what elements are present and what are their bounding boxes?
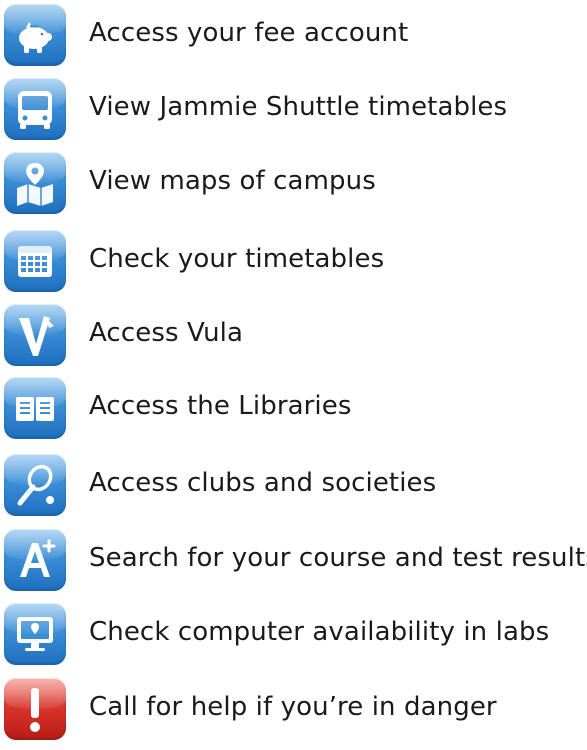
bus-icon: [4, 78, 66, 140]
computer-icon: [4, 603, 66, 665]
alert-icon: [4, 678, 66, 740]
menu-item-label: Check your timetables: [89, 244, 385, 274]
menu-item-vula[interactable]: Access Vula: [0, 302, 587, 376]
menu-item-computer-availability[interactable]: Check computer availability in labs: [0, 601, 587, 675]
menu-item-label: Access clubs and societies: [89, 468, 437, 498]
racquet-icon: [4, 454, 66, 516]
menu-item-label: View Jammie Shuttle timetables: [89, 92, 508, 122]
menu-item-shuttle-timetables[interactable]: View Jammie Shuttle timetables: [0, 76, 587, 150]
calendar-icon: [4, 230, 66, 292]
menu-item-clubs-societies[interactable]: Access clubs and societies: [0, 452, 587, 526]
menu-item-campus-maps[interactable]: View maps of campus: [0, 150, 587, 224]
map-icon: [4, 152, 66, 214]
menu-item-label: Access your fee account: [89, 18, 409, 48]
menu-item-fee-account[interactable]: Access your fee account: [0, 2, 587, 76]
menu-item-libraries[interactable]: Access the Libraries: [0, 375, 587, 449]
menu-item-call-for-help[interactable]: Call for help if you’re in danger: [0, 676, 587, 750]
piggy-bank-icon: [4, 4, 66, 66]
book-icon: [4, 377, 66, 439]
grade-a-plus-icon: [4, 529, 66, 591]
menu-item-label: Search for your course and test results: [89, 543, 587, 573]
menu-item-label: Call for help if you’re in danger: [89, 692, 497, 722]
menu-item-label: Access Vula: [89, 318, 244, 348]
menu-item-course-results[interactable]: Search for your course and test results: [0, 527, 587, 601]
menu-item-label: Access the Libraries: [89, 391, 352, 421]
menu-item-label: Check computer availability in labs: [89, 617, 550, 647]
vula-icon: [4, 304, 66, 366]
menu-item-timetables[interactable]: Check your timetables: [0, 228, 587, 302]
menu-item-label: View maps of campus: [89, 166, 376, 196]
